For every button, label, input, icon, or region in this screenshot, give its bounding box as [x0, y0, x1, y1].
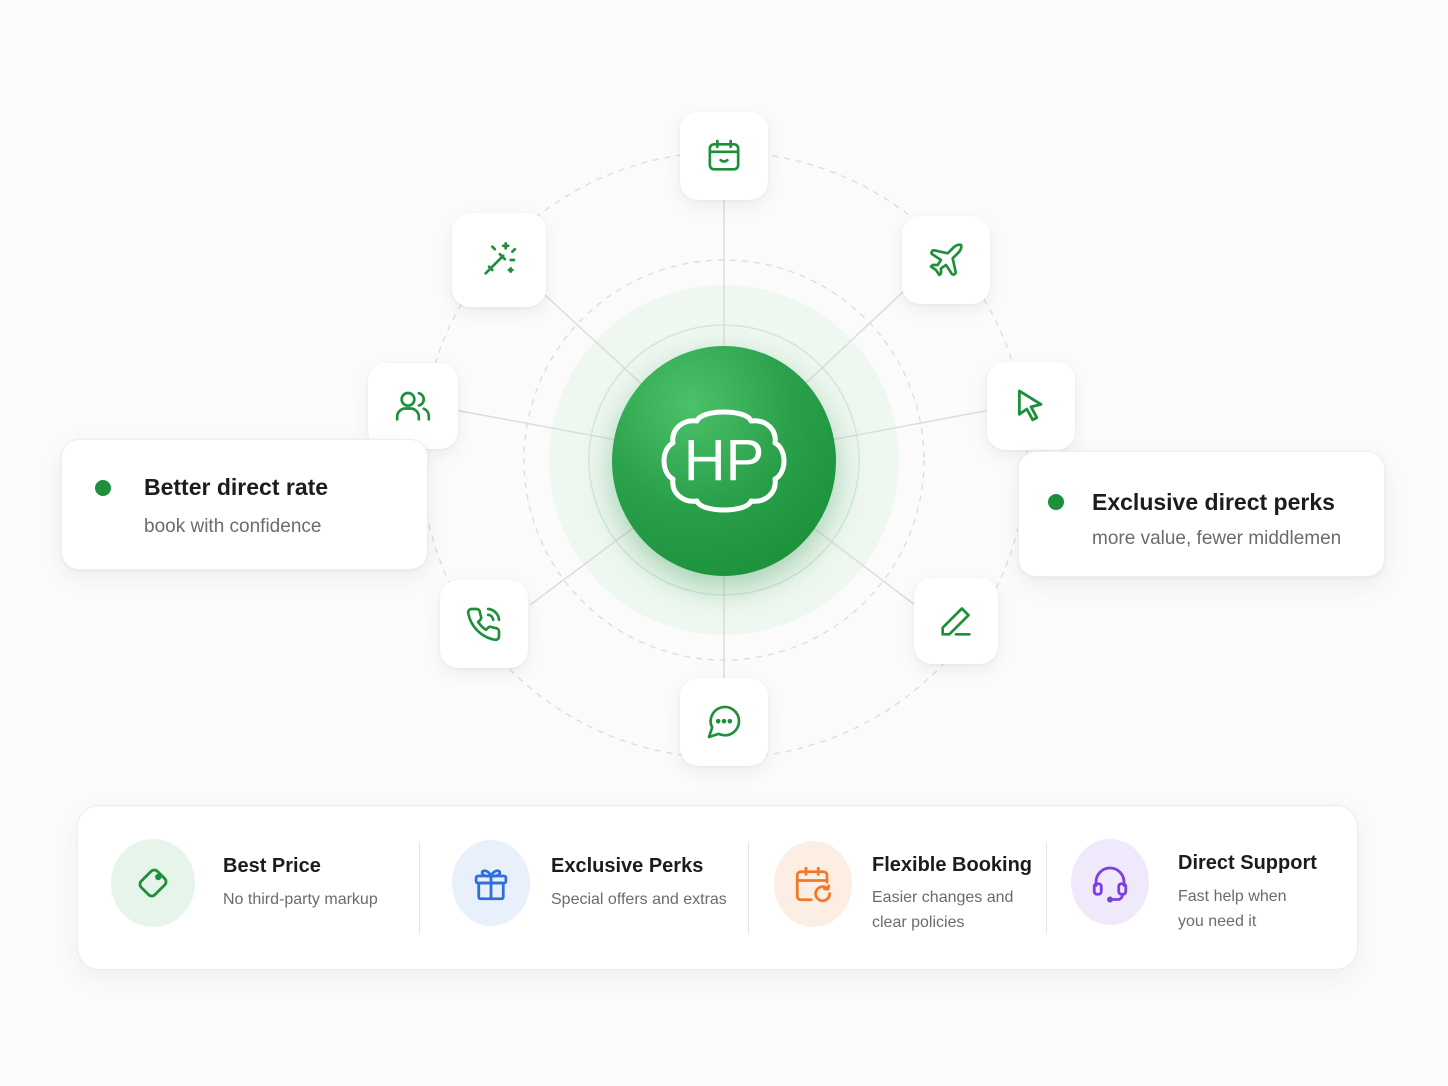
orbit-node-phone[interactable] [440, 580, 528, 668]
plane-icon [929, 243, 963, 277]
feature-desc-line: No third-party markup [223, 891, 378, 908]
feature-icon-circle [774, 841, 852, 927]
callout-subtitle: more value, fewer middlemen [1092, 528, 1342, 549]
feature-best-price: Best Price No third-party markup [78, 806, 418, 971]
orbit-node-chat[interactable] [680, 678, 768, 766]
feature-title: Exclusive Perks [551, 855, 704, 877]
feature-desc-line: Easier changes and [872, 889, 1014, 906]
feature-description: No third-party markup [223, 887, 413, 912]
feature-title: Flexible Booking [872, 854, 1033, 876]
calendar-icon [708, 139, 740, 171]
phone-icon [466, 607, 501, 642]
users-icon [395, 391, 431, 421]
feature-direct-support: Direct Support Fast help when you need i… [1047, 806, 1358, 971]
orbit-node-pen[interactable] [914, 578, 998, 664]
callout-title: Better direct rate [144, 474, 329, 500]
feature-icon-circle [452, 840, 530, 926]
orbit-node-magic-wand[interactable] [452, 213, 546, 307]
orbit-node-calendar[interactable] [680, 112, 768, 200]
tag-icon [138, 868, 168, 898]
bullet-dot [1048, 494, 1064, 510]
feature-description: Special offers and extras [551, 887, 741, 912]
feature-description: Easier changes and clear policies [872, 885, 1032, 935]
feature-icon-circle [111, 839, 195, 927]
magic-wand-icon [484, 242, 517, 275]
feature-description: Fast help when you need it [1178, 884, 1338, 934]
feature-exclusive-perks: Exclusive Perks Special offers and extra… [420, 806, 748, 971]
headset-icon [1092, 866, 1128, 903]
feature-desc-line: Fast help when [1178, 888, 1287, 905]
callout-subtitle: book with confidence [144, 516, 322, 537]
orbit-node-cursor[interactable] [987, 362, 1075, 450]
features-bar: Best Price No third-party markup Exclusi… [77, 805, 1358, 970]
cursor-icon [1017, 389, 1043, 422]
logo-text: HP [684, 428, 765, 493]
feature-desc-line: clear policies [872, 914, 965, 931]
orbit-node-users[interactable] [368, 363, 458, 449]
gift-icon [474, 869, 508, 901]
feature-title: Direct Support [1178, 852, 1317, 874]
feature-flexible-booking: Flexible Booking Easier changes and clea… [749, 806, 1046, 971]
pen-icon [941, 607, 971, 636]
feature-desc-line: Special offers and extras [551, 891, 727, 908]
callout-title: Exclusive direct perks [1092, 489, 1335, 515]
feature-title: Best Price [223, 855, 321, 877]
feature-icon-circle [1071, 839, 1149, 925]
orbit-node-plane[interactable] [902, 216, 990, 304]
logo-emblem: HP [661, 409, 787, 513]
chat-icon [707, 705, 741, 739]
calendar-refresh-icon [795, 866, 832, 903]
center-logo: HP [612, 346, 836, 576]
feature-desc-line: you need it [1178, 913, 1257, 930]
bullet-dot [95, 480, 111, 496]
callout-exclusive-direct-perks: Exclusive direct perks more value, fewer… [1018, 451, 1385, 577]
callout-better-direct-rate: Better direct rate book with confidence [61, 439, 428, 570]
